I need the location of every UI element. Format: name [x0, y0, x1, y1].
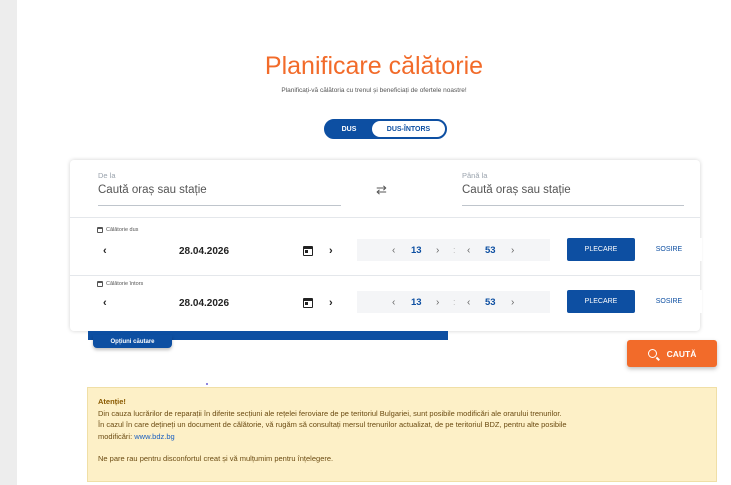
- return-label: Călătorie întors: [97, 281, 143, 287]
- time-colon: :: [453, 297, 456, 307]
- return-arrival-button[interactable]: SOSIRE: [636, 290, 702, 313]
- outbound-label: Călătorie dus: [97, 227, 138, 233]
- search-card: De la Caută oraș sau stație ⇄ Până la Ca…: [70, 160, 702, 331]
- alert-line-4: Ne pare rau pentru disconfortul creat și…: [98, 454, 334, 463]
- alert-line-3-prefix: modificări:: [98, 431, 135, 441]
- outbound-arrival-button[interactable]: SOSIRE: [636, 238, 702, 261]
- return-prev-date-button[interactable]: ‹: [103, 297, 107, 309]
- outbound-prev-date-button[interactable]: ‹: [103, 245, 107, 257]
- outbound-calendar-icon[interactable]: [303, 246, 313, 256]
- search-button-label: CAUTĂ: [666, 348, 697, 359]
- row-separator: [70, 217, 700, 218]
- return-label-text: Călătorie întors: [106, 281, 144, 287]
- outbound-time-picker: ‹ 13 › : ‹ 53 ›: [357, 239, 550, 261]
- outbound-hour-decrease[interactable]: ‹: [392, 245, 395, 256]
- alert-title: Atenție!: [98, 397, 126, 406]
- page-title: Planificare călătorie: [264, 52, 484, 80]
- return-time-picker: ‹ 13 › : ‹ 53 ›: [357, 291, 550, 313]
- to-input[interactable]: Caută oraș sau stație: [462, 184, 682, 196]
- return-hour-decrease[interactable]: ‹: [392, 297, 395, 308]
- return-minute[interactable]: 53: [485, 297, 496, 308]
- alert-line-3: modificări: www.bdz.bg: [98, 431, 706, 443]
- to-field[interactable]: Până la Caută oraș sau stație: [462, 171, 682, 196]
- calendar-icon: [97, 281, 103, 287]
- swap-arrows-icon[interactable]: ⇄: [376, 182, 387, 198]
- bdz-link[interactable]: www.bdz.bg: [134, 432, 174, 441]
- calendar-icon: [97, 227, 103, 233]
- trip-type-dus[interactable]: DUS: [326, 126, 372, 133]
- trip-type-dus-intors[interactable]: DUS-ÎNTORS: [372, 121, 445, 137]
- return-calendar-icon[interactable]: [303, 298, 313, 308]
- search-options-button[interactable]: Opțiuni căutare: [93, 335, 172, 348]
- alert-box: Atenție! Din cauza lucrărilor de reparaț…: [87, 387, 717, 482]
- outbound-minute-increase[interactable]: ›: [511, 245, 514, 256]
- return-date[interactable]: 28.04.2026: [179, 298, 229, 309]
- outbound-date-picker: ‹ 28.04.2026 ›: [97, 239, 342, 263]
- time-colon: :: [453, 245, 456, 255]
- to-underline: [462, 205, 684, 206]
- outbound-label-text: Călătorie dus: [106, 227, 139, 233]
- outbound-minute[interactable]: 53: [485, 245, 496, 256]
- outbound-hour[interactable]: 13: [411, 245, 422, 256]
- from-label: De la: [98, 171, 116, 180]
- outbound-minute-decrease[interactable]: ‹: [467, 245, 470, 256]
- alert-line-2: În cazul în care dețineți un document de…: [98, 420, 567, 429]
- return-hour[interactable]: 13: [411, 297, 422, 308]
- outbound-departure-button[interactable]: PLECARE: [567, 238, 635, 261]
- return-next-date-button[interactable]: ›: [329, 297, 333, 309]
- trip-type-toggle[interactable]: DUS DUS-ÎNTORS: [324, 119, 447, 139]
- from-field[interactable]: De la Caută oraș sau stație: [98, 171, 343, 196]
- outbound-next-date-button[interactable]: ›: [329, 245, 333, 257]
- outbound-hour-increase[interactable]: ›: [436, 245, 439, 256]
- page-subtitle: Planificați-vă călătoria cu trenul și be…: [281, 87, 467, 94]
- search-icon: [647, 349, 657, 358]
- alert-spacer: [98, 442, 706, 453]
- from-input[interactable]: Caută oraș sau stație: [98, 184, 343, 196]
- from-underline: [98, 205, 341, 206]
- decorative-dot: [206, 383, 208, 385]
- search-button[interactable]: CAUTĂ: [627, 340, 717, 367]
- row-separator: [70, 275, 700, 276]
- return-departure-button[interactable]: PLECARE: [567, 290, 635, 313]
- alert-line-1: Din cauza lucrărilor de reparații în dif…: [98, 408, 562, 418]
- to-label: Până la: [462, 171, 488, 180]
- return-date-picker: ‹ 28.04.2026 ›: [97, 291, 342, 315]
- return-minute-increase[interactable]: ›: [511, 297, 514, 308]
- outbound-date[interactable]: 28.04.2026: [179, 246, 229, 257]
- return-minute-decrease[interactable]: ‹: [467, 297, 470, 308]
- return-hour-increase[interactable]: ›: [436, 297, 439, 308]
